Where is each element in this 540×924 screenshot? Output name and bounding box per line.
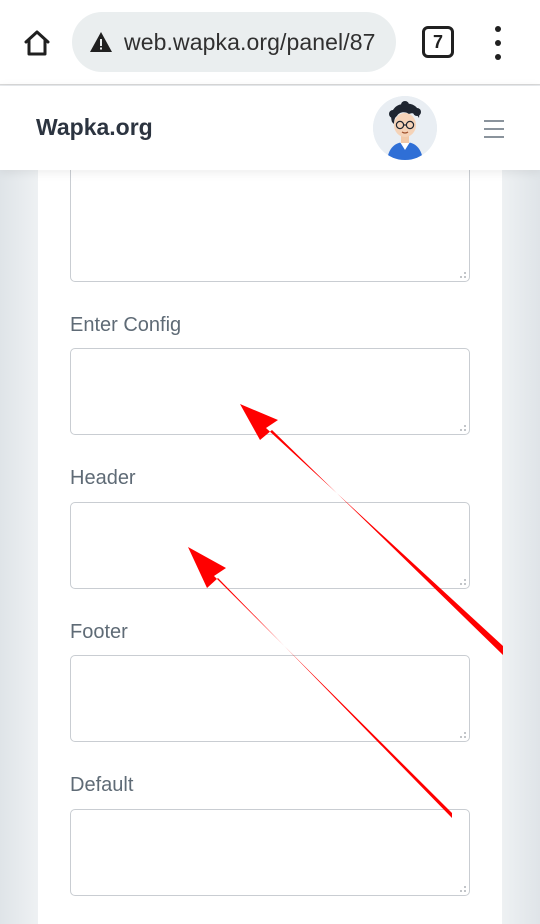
header-textarea[interactable] — [70, 502, 470, 589]
avatar-icon[interactable] — [373, 96, 437, 160]
default-textarea[interactable] — [70, 809, 470, 896]
header-label: Header — [70, 467, 136, 489]
address-bar[interactable]: web.wapka.org/panel/87 — [72, 12, 396, 72]
footer-label: Footer — [70, 621, 128, 643]
home-icon — [24, 30, 50, 56]
enter-config-label: Enter Config — [70, 314, 182, 336]
resize-grip-icon[interactable] — [460, 732, 466, 738]
site-header: Wapka.org — [0, 86, 540, 170]
hamburger-icon[interactable] — [484, 120, 506, 138]
home-button[interactable] — [18, 24, 56, 62]
warning-triangle-icon[interactable] — [88, 29, 114, 55]
enter-config-textarea[interactable] — [70, 348, 470, 435]
resize-grip-icon[interactable] — [460, 272, 466, 278]
tab-switcher-button[interactable]: 7 — [422, 26, 454, 58]
brand-logo-text[interactable]: Wapka.org — [36, 114, 153, 141]
default-label: Default — [70, 774, 134, 796]
resize-grip-icon[interactable] — [460, 425, 466, 431]
browser-toolbar: web.wapka.org/panel/87 7 — [0, 0, 540, 85]
url-text[interactable]: web.wapka.org/panel/87 — [124, 29, 376, 56]
kebab-menu-icon[interactable] — [486, 26, 510, 60]
resize-grip-icon[interactable] — [460, 886, 466, 892]
resize-grip-icon[interactable] — [460, 579, 466, 585]
footer-textarea[interactable] — [70, 655, 470, 742]
